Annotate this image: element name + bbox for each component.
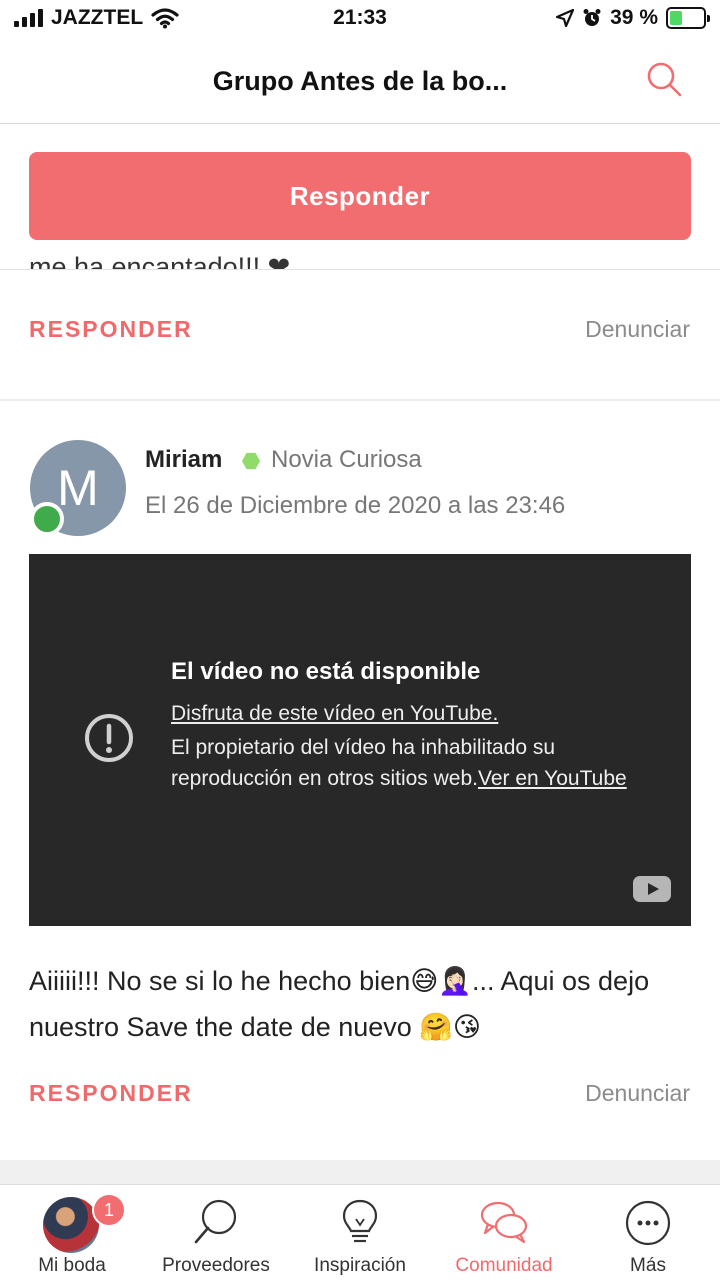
hexagon-icon bbox=[242, 452, 260, 470]
tab-comunidad[interactable]: Comunidad bbox=[432, 1185, 576, 1280]
report-link[interactable]: Denunciar bbox=[585, 1080, 690, 1107]
post-actions: RESPONDER Denunciar bbox=[0, 1064, 720, 1124]
post-body: Aiiiii!!! No se si lo he hecho bien😅🤦🏻‍♀… bbox=[29, 966, 650, 1042]
online-status-dot bbox=[30, 502, 64, 536]
top-nav-bar: Grupo Antes de la bo... bbox=[0, 40, 720, 124]
youtube-link[interactable]: Disfruta de este vídeo en YouTube. bbox=[171, 702, 498, 726]
forum-post: M Miriam Novia Curiosa El 26 de Diciembr… bbox=[0, 402, 720, 1162]
author-name[interactable]: Miriam bbox=[145, 446, 222, 474]
tab-label: Proveedores bbox=[162, 1255, 270, 1276]
watch-on-youtube-link[interactable]: Ver en YouTube bbox=[478, 767, 627, 790]
more-icon bbox=[625, 1200, 671, 1246]
battery-icon bbox=[666, 7, 710, 29]
tab-label: Más bbox=[630, 1255, 666, 1276]
reply-link[interactable]: RESPONDER bbox=[29, 316, 193, 343]
reply-button[interactable]: Responder bbox=[29, 152, 691, 240]
status-right: 39 % bbox=[556, 6, 710, 30]
reply-link[interactable]: RESPONDER bbox=[29, 1080, 193, 1107]
tab-inspiracion[interactable]: Inspiración bbox=[288, 1185, 432, 1280]
search-icon[interactable] bbox=[644, 60, 684, 100]
video-unavailable-title: El vídeo no está disponible bbox=[171, 658, 481, 685]
avatar bbox=[43, 1197, 99, 1253]
reply-bar: Responder me ha encantado!!! ❤ bbox=[0, 124, 720, 270]
lightbulb-icon bbox=[342, 1199, 378, 1243]
previous-post-actions: RESPONDER Denunciar bbox=[0, 300, 720, 360]
tab-mi-boda[interactable]: 1 Mi boda bbox=[0, 1185, 144, 1280]
tab-label: Inspiración bbox=[314, 1255, 406, 1276]
tab-label: Mi boda bbox=[38, 1255, 106, 1276]
youtube-icon[interactable] bbox=[633, 876, 671, 902]
video-embed[interactable]: El vídeo no está disponible Disfruta de … bbox=[29, 554, 691, 926]
alarm-icon bbox=[583, 9, 601, 26]
bottom-tab-bar: 1 Mi boda Proveedores Inspiración Comuni… bbox=[0, 1184, 720, 1280]
tab-label: Comunidad bbox=[455, 1255, 553, 1276]
post-divider bbox=[0, 399, 720, 401]
author-role: Novia Curiosa bbox=[271, 446, 422, 473]
page-title: Grupo Antes de la bo... bbox=[212, 66, 508, 96]
previous-post-text: me ha encantado!!! ❤ bbox=[29, 252, 291, 270]
chat-bubbles-icon bbox=[480, 1201, 528, 1244]
tab-proveedores[interactable]: Proveedores bbox=[144, 1185, 288, 1280]
tab-mas[interactable]: Más bbox=[576, 1185, 720, 1280]
video-message: El propietario del vídeo ha inhabilitado… bbox=[171, 732, 651, 794]
notification-badge: 1 bbox=[92, 1193, 126, 1227]
battery-fill bbox=[670, 11, 683, 25]
post-date: El 26 de Diciembre de 2020 a las 23:46 bbox=[145, 492, 566, 519]
magnifier-icon bbox=[194, 1199, 237, 1244]
battery-percent: 39 % bbox=[610, 6, 658, 29]
warning-icon bbox=[85, 714, 133, 762]
location-icon bbox=[556, 9, 575, 27]
report-link[interactable]: Denunciar bbox=[585, 316, 690, 343]
section-separator bbox=[0, 1160, 720, 1184]
status-bar: JAZZTEL 21:33 39 % bbox=[0, 0, 720, 40]
